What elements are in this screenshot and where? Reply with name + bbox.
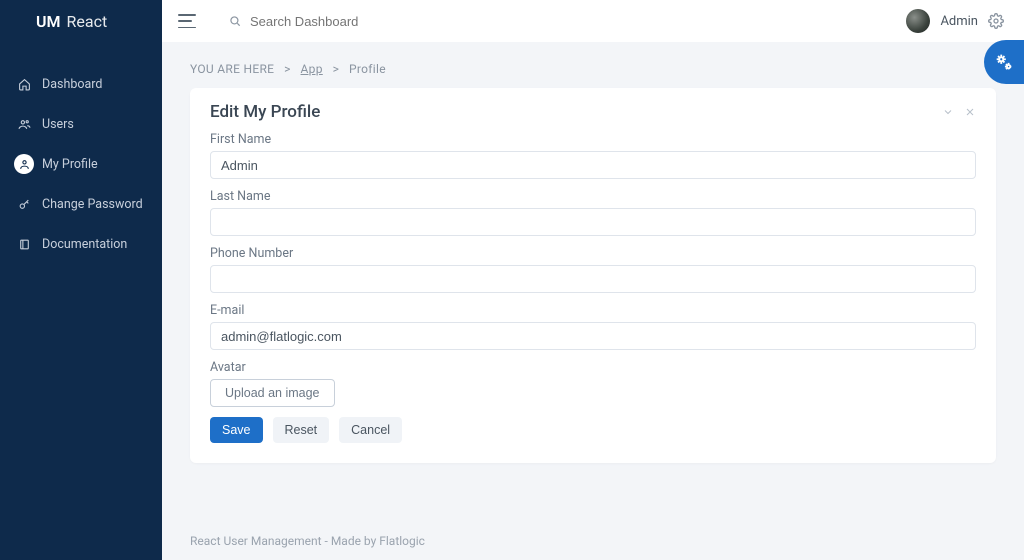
- upload-avatar-button[interactable]: Upload an image: [210, 379, 335, 407]
- phone-input[interactable]: [210, 265, 976, 293]
- breadcrumb-app[interactable]: App: [301, 62, 323, 76]
- sidebar-item-label: My Profile: [42, 157, 98, 172]
- sidebar-item-label: Users: [42, 117, 74, 132]
- last-name-label: Last Name: [210, 189, 976, 204]
- sidebar-item-users[interactable]: Users: [0, 104, 162, 144]
- topbar: Admin: [162, 0, 1024, 42]
- key-icon: [14, 194, 34, 214]
- sidebar-item-change-password[interactable]: Change Password: [0, 184, 162, 224]
- search-input[interactable]: [250, 14, 450, 29]
- sidebar-item-label: Dashboard: [42, 77, 102, 92]
- first-name-label: First Name: [210, 132, 976, 147]
- settings-tab[interactable]: [984, 40, 1024, 84]
- hamburger-icon[interactable]: [178, 14, 196, 28]
- book-icon: [14, 234, 34, 254]
- content: YOU ARE HERE > App > Profile Edit My Pro…: [162, 42, 1024, 560]
- breadcrumb-prefix: YOU ARE HERE: [190, 62, 274, 76]
- sidebar-item-documentation[interactable]: Documentation: [0, 224, 162, 264]
- email-input[interactable]: [210, 322, 976, 350]
- save-button[interactable]: Save: [210, 417, 263, 443]
- search-icon: [228, 14, 242, 28]
- user-name: Admin: [940, 14, 978, 29]
- main: Admin YOU ARE HERE > App > Profile Edit …: [162, 0, 1024, 560]
- users-icon: [14, 114, 34, 134]
- sidebar-item-label: Documentation: [42, 237, 127, 252]
- gear-icon[interactable]: [988, 13, 1004, 29]
- nav: Dashboard Users My Profile Change Passwo…: [0, 64, 162, 264]
- cancel-button[interactable]: Cancel: [339, 417, 402, 443]
- brand: UM React: [0, 0, 162, 42]
- profile-card: Edit My Profile First Name Last Name Pho…: [190, 88, 996, 463]
- brand-um: UM: [36, 12, 61, 31]
- last-name-input[interactable]: [210, 208, 976, 236]
- sidebar-item-dashboard[interactable]: Dashboard: [0, 64, 162, 104]
- sidebar: UM React Dashboard Users My Profile: [0, 0, 162, 560]
- phone-label: Phone Number: [210, 246, 976, 261]
- search[interactable]: [228, 14, 450, 29]
- sidebar-item-profile[interactable]: My Profile: [0, 144, 162, 184]
- brand-react: React: [67, 12, 108, 31]
- home-icon: [14, 74, 34, 94]
- reset-button[interactable]: Reset: [273, 417, 330, 443]
- close-icon[interactable]: [964, 106, 976, 118]
- breadcrumb-current: Profile: [349, 62, 386, 76]
- avatar[interactable]: [906, 9, 930, 33]
- avatar-label: Avatar: [210, 360, 976, 375]
- sidebar-item-label: Change Password: [42, 197, 143, 212]
- chevron-down-icon[interactable]: [942, 106, 954, 118]
- email-label: E-mail: [210, 303, 976, 318]
- gears-icon: [993, 51, 1015, 73]
- card-title: Edit My Profile: [210, 102, 320, 122]
- breadcrumb: YOU ARE HERE > App > Profile: [190, 62, 996, 76]
- footer: React User Management - Made by Flatlogi…: [190, 504, 996, 548]
- person-icon: [14, 154, 34, 174]
- first-name-input[interactable]: [210, 151, 976, 179]
